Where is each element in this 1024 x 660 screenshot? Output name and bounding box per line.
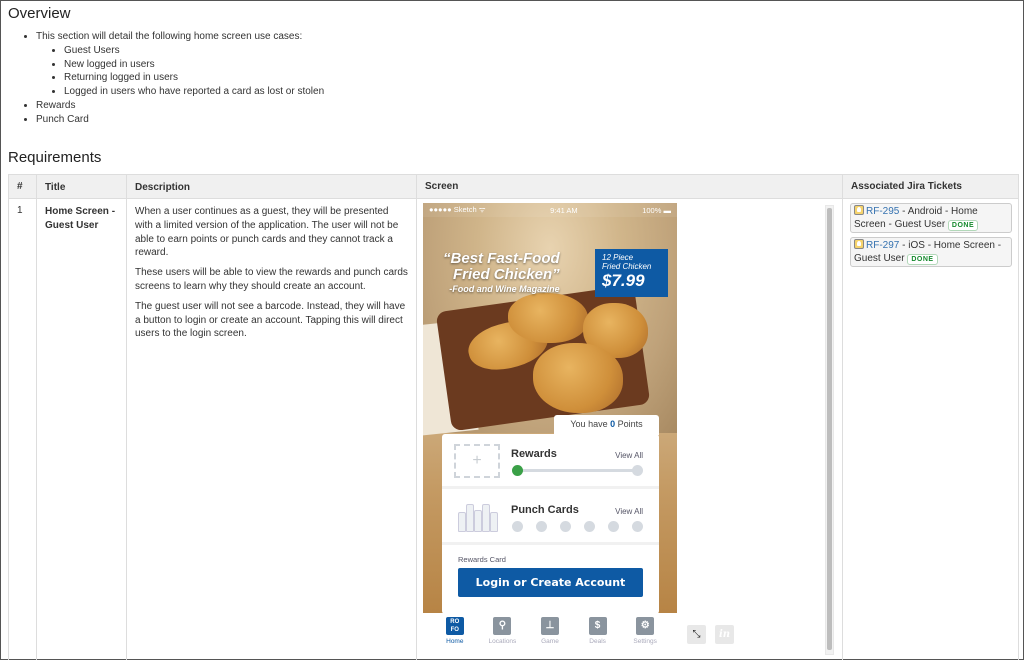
location-pin-icon: ⚲ <box>493 617 512 635</box>
punch-cards-view-all-link[interactable]: View All <box>615 507 643 516</box>
headline-line: Fried Chicken” <box>452 266 560 283</box>
login-or-create-account-button[interactable]: Login or Create Account <box>458 568 643 597</box>
tab-home[interactable]: RO FO Home <box>435 613 475 653</box>
headline-line: “Best Fast-Food <box>443 250 560 267</box>
rewards-view-all-link[interactable]: View All <box>615 451 643 460</box>
dollar-icon: $ <box>588 617 607 635</box>
row-description: When a user continues as a guest, they w… <box>126 198 417 660</box>
jug <box>482 504 490 532</box>
tab-label: Settings <box>633 638 657 645</box>
chicken-piece <box>508 293 588 343</box>
description-paragraph: These users will be able to view the rew… <box>135 267 408 292</box>
status-bar: ●●●●● Sketch ᯤ 9:41 AM 100% ▬ <box>423 203 677 217</box>
overview-heading: Overview <box>8 5 71 22</box>
game-icon: ⊥ <box>540 617 559 635</box>
jira-ticket-link[interactable]: RF-295 <box>866 206 899 217</box>
rewards-progress-track <box>517 469 637 472</box>
jira-ticket: RF-297 - iOS - Home Screen - Guest User … <box>850 237 1012 267</box>
rewards-card-panel: + Rewards View All Punch Cards View All … <box>442 434 659 613</box>
use-case-item: Logged in users who have reported a card… <box>64 85 324 99</box>
chicken-piece <box>533 343 623 413</box>
jug <box>466 504 474 532</box>
jug <box>458 512 466 532</box>
row-title: Home Screen - Guest User <box>36 198 127 660</box>
price-label: Fried Chicken <box>602 262 652 271</box>
points-prefix: You have <box>570 419 611 429</box>
column-header-title: Title <box>36 174 127 199</box>
minimize-icon[interactable]: ⤡ <box>687 625 706 644</box>
description-paragraph: When a user continues as a guest, they w… <box>135 206 399 259</box>
jira-issue-icon <box>854 239 864 249</box>
table-row: 1 Home Screen - Guest User When a user c… <box>8 198 1019 660</box>
rewards-card-label: Rewards Card <box>458 555 506 564</box>
overview-list: This section will detail the following h… <box>36 30 324 127</box>
rewards-progress-end-dot <box>632 465 643 476</box>
screen-cell: ●●●●● Sketch ᯤ 9:41 AM 100% ▬ “Best Fast… <box>416 198 843 660</box>
overview-intro: This section will detail the following h… <box>36 30 324 99</box>
rewards-label: Rewards <box>511 448 557 460</box>
use-case-item: Guest Users <box>64 44 324 58</box>
price-value: $7.99 <box>602 271 645 290</box>
description-paragraph: The guest user will not see a barcode. I… <box>135 300 406 340</box>
status-badge: DONE <box>947 219 979 231</box>
punch-cards-row[interactable]: Punch Cards View All <box>442 490 659 545</box>
points-tab: You have 0 Points <box>554 415 659 435</box>
overview-item-punch-card: Punch Card <box>36 113 324 127</box>
price-label: 12 Piece <box>602 253 634 262</box>
points-suffix: Points <box>615 419 643 429</box>
punch-dot <box>632 521 643 532</box>
punch-dot <box>584 521 595 532</box>
column-header-number: # <box>8 174 37 199</box>
tab-locations[interactable]: ⚲ Locations <box>482 613 522 653</box>
jira-tickets-cell: RF-295 - Android - Home Screen - Guest U… <box>842 198 1019 660</box>
use-case-item: Returning logged in users <box>64 71 324 85</box>
gear-icon: ⚙ <box>636 617 655 635</box>
tab-settings[interactable]: ⚙ Settings <box>625 613 665 653</box>
column-header-screen: Screen <box>416 174 843 199</box>
milk-jugs-image <box>456 500 498 532</box>
punch-dot <box>512 521 523 532</box>
tab-game[interactable]: ⊥ Game <box>530 613 570 653</box>
tab-deals[interactable]: $ Deals <box>578 613 618 653</box>
status-badge: DONE <box>907 253 938 265</box>
rewards-row[interactable]: + Rewards View All <box>442 434 659 489</box>
tab-label: Home <box>446 638 464 645</box>
use-case-list: Guest Users New logged in users Returnin… <box>64 44 324 99</box>
scrollbar-thumb[interactable] <box>827 208 832 650</box>
table-header-row: # Title Description Screen Associated Ji… <box>8 174 1019 199</box>
invision-icon[interactable]: in <box>715 625 734 644</box>
price-badge: 12 Piece Fried Chicken $7.99 <box>595 249 668 297</box>
bottom-tab-bar: RO FO Home ⚲ Locations ⊥ Game $ Deals ⚙ Setti… <box>423 613 677 653</box>
phone-mockup: ●●●●● Sketch ᯤ 9:41 AM 100% ▬ “Best Fast… <box>423 203 677 613</box>
row-number: 1 <box>8 198 37 660</box>
tab-label: Locations <box>488 638 517 645</box>
requirements-table: # Title Description Screen Associated Ji… <box>8 174 1019 660</box>
punch-dot <box>536 521 547 532</box>
punch-dot <box>560 521 571 532</box>
status-time: 9:41 AM <box>550 205 578 215</box>
add-reward-placeholder[interactable]: + <box>454 444 500 478</box>
battery-indicator: 100% ▬ <box>642 205 671 215</box>
jira-issue-icon <box>854 205 864 215</box>
screen-scrollbar[interactable] <box>825 205 834 655</box>
rewards-progress-start-dot <box>512 465 523 476</box>
carrier-signal: ●●●●● Sketch ᯤ <box>429 205 486 214</box>
requirements-heading: Requirements <box>8 149 102 166</box>
jira-ticket-link[interactable]: RF-297 <box>866 240 899 251</box>
column-header-jira: Associated Jira Tickets <box>842 174 1019 199</box>
hero-photo <box>423 203 677 436</box>
overview-item-rewards: Rewards <box>36 99 324 113</box>
jug <box>474 510 482 532</box>
promo-headline: “Best Fast-Food Fried Chicken” -Food and… <box>443 251 560 295</box>
tab-label: Deals <box>589 638 606 645</box>
punch-cards-label: Punch Cards <box>511 504 579 516</box>
jug <box>490 512 498 532</box>
tab-label: Game <box>541 638 559 645</box>
home-logo-icon: RO FO <box>445 617 464 635</box>
jira-ticket: RF-295 - Android - Home Screen - Guest U… <box>850 203 1012 233</box>
punch-dot <box>608 521 619 532</box>
use-case-item: New logged in users <box>64 58 324 72</box>
column-header-description: Description <box>126 174 417 199</box>
headline-source: -Food and Wine Magazine <box>449 284 560 294</box>
